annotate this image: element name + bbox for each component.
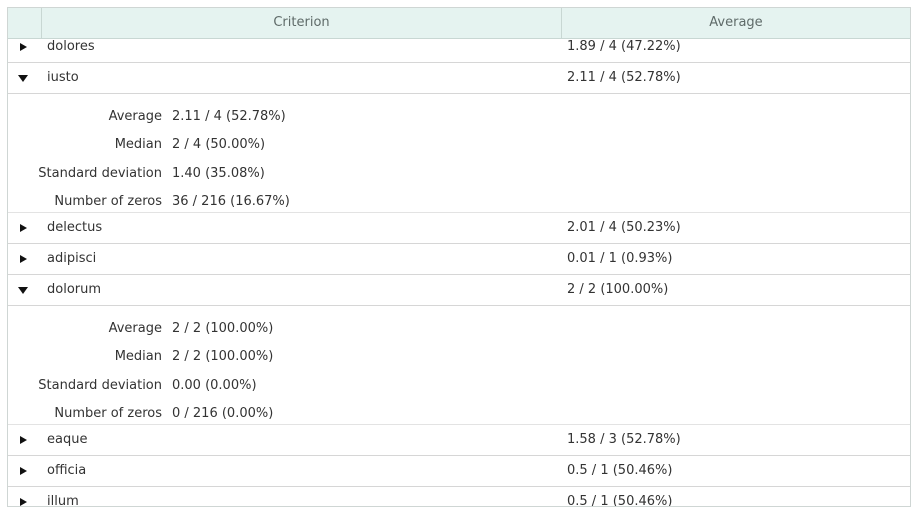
caret-right-icon[interactable] [18,466,28,476]
criterion-name: dolorum [47,282,102,297]
criterion-average: 0.5 / 1 (50.46%) [567,463,673,478]
criterion-average: 2.11 / 4 (52.78%) [567,70,681,85]
stat-label: Average [108,109,162,124]
table-row[interactable]: adipisci 0.01 / 1 (0.93%) [8,244,910,275]
criterion-average: 2.01 / 4 (50.23%) [567,220,681,235]
stat-label: Number of zeros [54,194,162,209]
criterion-average: 0.01 / 1 (0.93%) [567,251,673,266]
criterion-name: eaque [47,432,88,447]
stat-average: Average 2.11 / 4 (52.78%) [8,107,408,127]
stat-median: Median 2 / 2 (100.00%) [8,347,408,367]
stat-label: Median [114,349,162,364]
table-row[interactable]: illum 0.5 / 1 (50.46%) [8,487,910,507]
criterion-details: Average 2.11 / 4 (52.78%) Median 2 / 4 (… [8,94,910,213]
criterion-column-header[interactable]: Criterion [42,8,562,38]
caret-right-icon[interactable] [18,42,28,52]
criterion-name: delectus [47,220,103,235]
caret-down-icon[interactable] [18,285,28,295]
table-row[interactable]: eaque 1.58 / 3 (52.78%) [8,425,910,456]
stat-value: 2 / 2 (100.00%) [172,321,274,336]
expander-column-header [8,8,42,38]
stat-label: Number of zeros [54,406,162,421]
table-header: Criterion Average [8,8,910,39]
stat-number-of-zeros: Number of zeros 36 / 216 (16.67%) [8,192,408,212]
stat-average: Average 2 / 2 (100.00%) [8,319,408,339]
table-row[interactable]: dolorum 2 / 2 (100.00%) [8,275,910,306]
stat-value: 0.00 (0.00%) [172,378,257,393]
criterion-average: 1.58 / 3 (52.78%) [567,432,681,447]
criterion-name: adipisci [47,251,97,266]
criterion-name: officia [47,463,87,478]
caret-right-icon[interactable] [18,435,28,445]
caret-right-icon[interactable] [18,497,28,506]
stat-label: Average [108,321,162,336]
stat-value: 2 / 2 (100.00%) [172,349,274,364]
stat-label: Median [114,137,162,152]
table-row[interactable]: delectus 2.01 / 4 (50.23%) [8,213,910,244]
table-row[interactable]: officia 0.5 / 1 (50.46%) [8,456,910,487]
stat-median: Median 2 / 4 (50.00%) [8,135,408,155]
stat-standard-deviation: Standard deviation 0.00 (0.00%) [8,376,408,396]
stat-label: Standard deviation [38,378,162,393]
table-body: dolores 1.89 / 4 (47.22%) iusto 2.11 / 4… [8,32,910,507]
criterion-details: Average 2 / 2 (100.00%) Median 2 / 2 (10… [8,306,910,425]
stat-label: Standard deviation [38,166,162,181]
criterion-average: 2 / 2 (100.00%) [567,282,669,297]
caret-right-icon[interactable] [18,223,28,233]
stat-value: 2 / 4 (50.00%) [172,137,266,152]
criterion-name: iusto [47,70,79,85]
table-row[interactable]: iusto 2.11 / 4 (52.78%) [8,63,910,94]
criteria-table: Criterion Average dolores 1.89 / 4 (47.2… [7,7,911,507]
stat-standard-deviation: Standard deviation 1.40 (35.08%) [8,164,408,184]
stat-value: 36 / 216 (16.67%) [172,194,290,209]
criterion-name: illum [47,494,79,507]
stat-value: 1.40 (35.08%) [172,166,265,181]
average-column-header[interactable]: Average [562,8,910,38]
stat-value: 0 / 216 (0.00%) [172,406,274,421]
caret-right-icon[interactable] [18,254,28,264]
caret-down-icon[interactable] [18,73,28,83]
stat-value: 2.11 / 4 (52.78%) [172,109,286,124]
criterion-average: 0.5 / 1 (50.46%) [567,494,673,507]
stat-number-of-zeros: Number of zeros 0 / 216 (0.00%) [8,404,408,424]
